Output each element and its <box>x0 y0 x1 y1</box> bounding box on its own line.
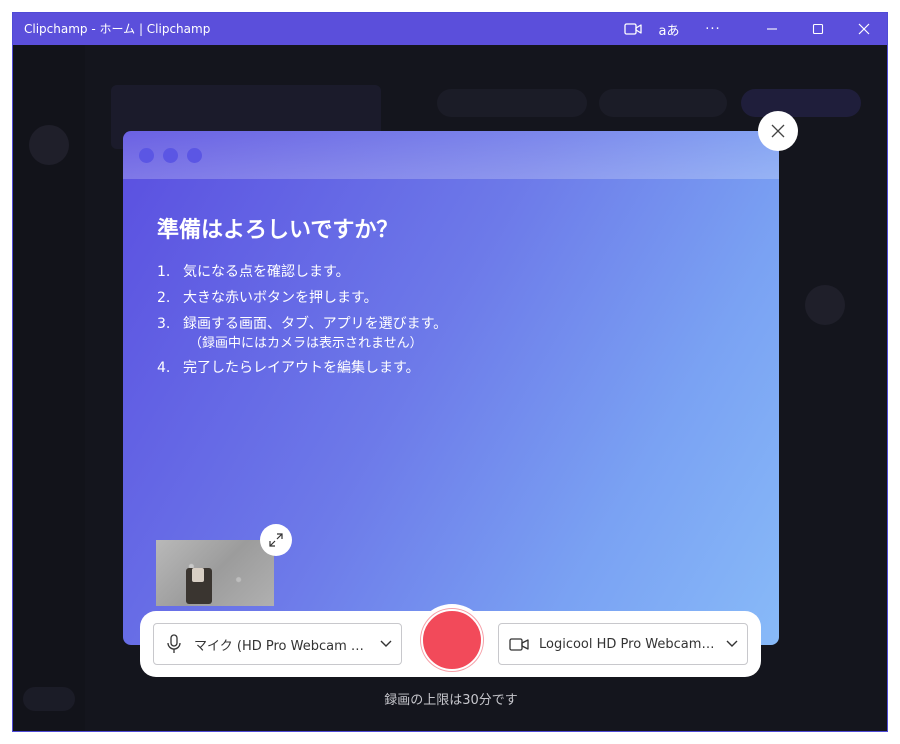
chevron-down-icon <box>371 640 401 648</box>
recording-limit-text: 録画の上限は30分です <box>384 693 518 708</box>
camera-select[interactable]: Logicool HD Pro Webcam ... <box>498 623 748 665</box>
record-button-ring <box>416 604 488 676</box>
close-window-button[interactable] <box>849 13 879 45</box>
list-item: 3. 録画する画面、タブ、アプリを選びます。 <box>157 316 448 332</box>
more-options-icon[interactable]: ··· <box>699 13 727 45</box>
camera-preview <box>156 540 274 606</box>
title-bar[interactable]: Clipchamp - ホーム | Clipchamp aあ ··· <box>13 13 887 45</box>
microphone-icon <box>154 634 194 654</box>
list-item: 4. 完了したらレイアウトを編集します。 <box>157 360 420 376</box>
window-title: Clipchamp - ホーム | Clipchamp <box>24 22 211 36</box>
translate-icon[interactable]: aあ <box>655 13 683 45</box>
window-dot-icon <box>187 148 202 163</box>
expand-icon <box>269 533 283 547</box>
microphone-select[interactable]: マイク (HD Pro Webcam C9... <box>153 623 402 665</box>
list-item: 2. 大きな赤いボタンを押します。 <box>157 290 378 306</box>
window-dot-icon <box>139 148 154 163</box>
step-note: （録画中にはカメラは表示されません） <box>189 336 423 351</box>
dialog-heading: 準備はよろしいですか？ <box>157 218 399 243</box>
expand-preview-button[interactable] <box>260 524 292 556</box>
list-item: 1. 気になる点を確認します。 <box>157 264 350 280</box>
minimize-button[interactable] <box>757 13 787 45</box>
webcam-icon <box>499 636 539 652</box>
close-dialog-button[interactable] <box>758 111 798 151</box>
camera-icon[interactable] <box>619 13 647 45</box>
maximize-button[interactable] <box>803 13 833 45</box>
window-dot-icon <box>163 148 178 163</box>
close-icon <box>771 124 785 138</box>
chevron-down-icon <box>717 640 747 648</box>
recording-intro-card: 準備はよろしいですか？ 1. 気になる点を確認します。 2. 大きな赤いボタンを押し… <box>123 131 779 645</box>
app-window: Clipchamp - ホーム | Clipchamp aあ ··· 準備はよろ… <box>12 12 888 732</box>
microphone-label: マイク (HD Pro Webcam C9... <box>194 638 371 654</box>
record-button[interactable] <box>421 609 483 671</box>
card-header-bar <box>123 131 779 179</box>
camera-label: Logicool HD Pro Webcam ... <box>539 636 717 652</box>
